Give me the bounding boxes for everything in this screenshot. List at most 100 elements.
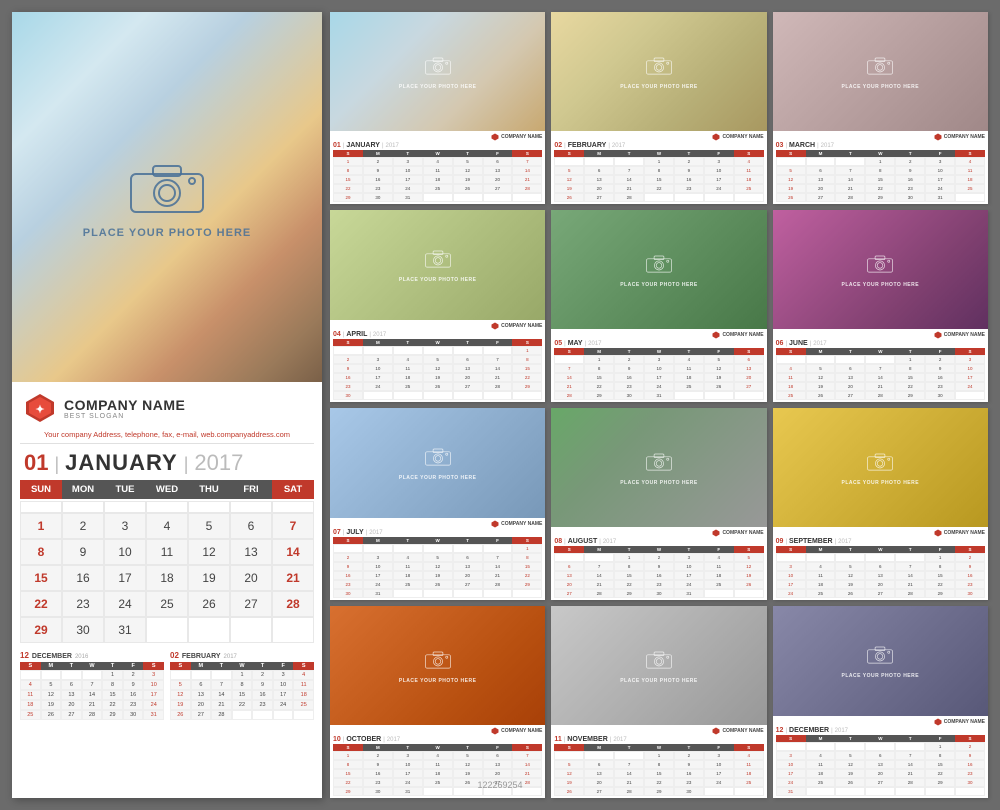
cal-header-tue: TUE [104, 480, 146, 499]
small-month-num: 02 [554, 142, 562, 149]
cal-cell: 1 [20, 513, 62, 539]
cal-cell: 6 [230, 513, 272, 539]
right-grid: PLACE YOUR PHOTO HERE COMPANY NAME 01 | … [330, 12, 988, 798]
cal-row-5: 22 23 24 25 26 27 28 [20, 591, 314, 617]
small-month-name: JULY [346, 529, 363, 536]
small-company-name: COMPANY NAME [501, 521, 542, 527]
svg-text:✦: ✦ [35, 404, 44, 416]
small-company-row: COMPANY NAME [554, 133, 763, 141]
mini-cal-header: 12 DECEMBER 2016 [20, 651, 164, 660]
camera-icon-small [645, 54, 673, 84]
cal-cell: 5 [188, 513, 230, 539]
small-cal-card: PLACE YOUR PHOTO HERE COMPANY NAME 05 | … [551, 210, 766, 402]
cal-row-6: 29 30 31 [20, 617, 314, 643]
calendar-grid: SUN MON TUE WED THU FRI SAT 1 2 [12, 480, 322, 647]
photo-text-small: PLACE YOUR PHOTO HERE [842, 480, 920, 486]
small-cal-card: PLACE YOUR PHOTO HERE COMPANY NAME 06 | … [773, 210, 988, 402]
small-photo: PLACE YOUR PHOTO HERE [773, 12, 988, 131]
cal-row-3: 8 9 10 11 12 13 14 [20, 539, 314, 565]
small-cal-bottom: COMPANY NAME 06 | JUNE | 2017 SMTWTFS123… [773, 329, 988, 402]
camera-icon-small [645, 252, 673, 282]
mini-cal-name: FEBRUARY [182, 653, 221, 660]
small-month-header: 02 | FEBRUARY | 2017 [554, 142, 763, 149]
large-calendar: PLACE YOUR PHOTO HERE ✦ COMPANY NAME BES… [12, 12, 322, 798]
small-cal-bottom: COMPANY NAME 09 | SEPTEMBER | 2017 SMTWT… [773, 527, 988, 600]
photo-text-small: PLACE YOUR PHOTO HERE [399, 475, 477, 481]
small-photo: PLACE YOUR PHOTO HERE [551, 606, 766, 725]
cal-cell [62, 501, 104, 513]
small-cal-bottom: COMPANY NAME 05 | MAY | 2017 SMTWTFS1234… [551, 329, 766, 402]
small-month-num: 10 [333, 736, 341, 743]
cal-cell: 31 [104, 617, 146, 643]
photo-text-small: PLACE YOUR PHOTO HERE [399, 678, 477, 684]
small-company-logo [934, 331, 942, 339]
small-month-name: OCTOBER [346, 736, 381, 743]
cal-cell: 18 [146, 565, 188, 591]
mini-cal-grid: S M T W T F S 1 2 3 4 5 6 7 [170, 662, 314, 720]
camera-icon-small [424, 648, 452, 678]
small-month-name: APRIL [346, 331, 367, 338]
month-separator: | [54, 454, 59, 475]
small-photo: PLACE YOUR PHOTO HERE [330, 606, 545, 725]
small-month-year: 2017 [613, 737, 626, 743]
photo-text-small: PLACE YOUR PHOTO HERE [842, 673, 920, 679]
mini-cal-year: 2017 [224, 654, 237, 660]
company-text-block: COMPANY NAME BEST SLOGAN [64, 397, 185, 420]
small-month-year: 2017 [386, 143, 399, 149]
small-company-logo [491, 133, 499, 141]
mini-cal-name: DECEMBER [32, 653, 72, 660]
cal-cell: 26 [188, 591, 230, 617]
cal-cell: 20 [230, 565, 272, 591]
camera-icon-small [866, 252, 894, 282]
mini-cal-header: 02 FEBRUARY 2017 [170, 651, 314, 660]
cal-row-1 [20, 501, 314, 513]
small-company-name: COMPANY NAME [944, 719, 985, 725]
small-cal-bottom: COMPANY NAME 08 | AUGUST | 2017 SMTWTFS1… [551, 527, 766, 600]
cal-cell: 17 [104, 565, 146, 591]
small-cal-grid: SMTWTFS123456789101112131415161718192021… [554, 348, 763, 400]
small-month-year: 2017 [612, 143, 625, 149]
small-month-num: 05 [554, 340, 562, 347]
small-cal-card: PLACE YOUR PHOTO HERE COMPANY NAME 02 | … [551, 12, 766, 204]
cal-cell [146, 617, 188, 643]
small-cal-card: PLACE YOUR PHOTO HERE COMPANY NAME 08 | … [551, 408, 766, 600]
small-month-name: AUGUST [568, 538, 598, 545]
small-month-num: 03 [776, 142, 784, 149]
camera-icon-small [866, 450, 894, 480]
small-month-name: JUNE [789, 340, 808, 347]
small-cal-grid: SMTWTFS123456789101112131415161718192021… [333, 339, 542, 400]
small-cal-bottom: COMPANY NAME 12 | DECEMBER | 2017 SMTWTF… [773, 716, 988, 798]
small-photo: PLACE YOUR PHOTO HERE [551, 210, 766, 329]
cal-header-thu: THU [188, 480, 230, 499]
small-company-row: COMPANY NAME [776, 331, 985, 339]
cal-cell: 16 [62, 565, 104, 591]
small-company-logo [712, 133, 720, 141]
camera-icon-small [424, 445, 452, 475]
month-year: 2017 [194, 450, 243, 476]
small-month-header: 05 | MAY | 2017 [554, 340, 763, 347]
small-month-header: 01 | JANUARY | 2017 [333, 142, 542, 149]
mini-cal-dec: 12 DECEMBER 2016 S M T W T F S 1 [20, 651, 164, 794]
camera-icon-small [645, 648, 673, 678]
month-header: 01 | JANUARY | 2017 [12, 444, 322, 480]
month-name: JANUARY [65, 450, 178, 476]
small-cal-grid: SMTWTFS123456789101112131415161718192021… [554, 546, 763, 598]
company-name: COMPANY NAME [64, 397, 185, 413]
small-month-year: 2017 [813, 341, 826, 347]
small-month-name: NOVEMBER [567, 736, 607, 743]
small-cal-card: PLACE YOUR PHOTO HERE COMPANY NAME 11 | … [551, 606, 766, 798]
cal-cell [188, 501, 230, 513]
small-company-row: COMPANY NAME [776, 133, 985, 141]
cal-cell: 8 [20, 539, 62, 565]
mini-cal-num: 12 [20, 651, 29, 660]
small-month-num: 07 [333, 529, 341, 536]
cal-cell [230, 617, 272, 643]
small-month-num: 01 [333, 142, 341, 149]
small-month-year: 2017 [387, 737, 400, 743]
small-photo: PLACE YOUR PHOTO HERE [773, 210, 988, 329]
photo-text-small: PLACE YOUR PHOTO HERE [399, 277, 477, 283]
cal-header-row: SUN MON TUE WED THU FRI SAT [20, 480, 314, 499]
cal-cell [230, 501, 272, 513]
cal-cell: 15 [20, 565, 62, 591]
small-month-year: 2017 [835, 728, 848, 734]
